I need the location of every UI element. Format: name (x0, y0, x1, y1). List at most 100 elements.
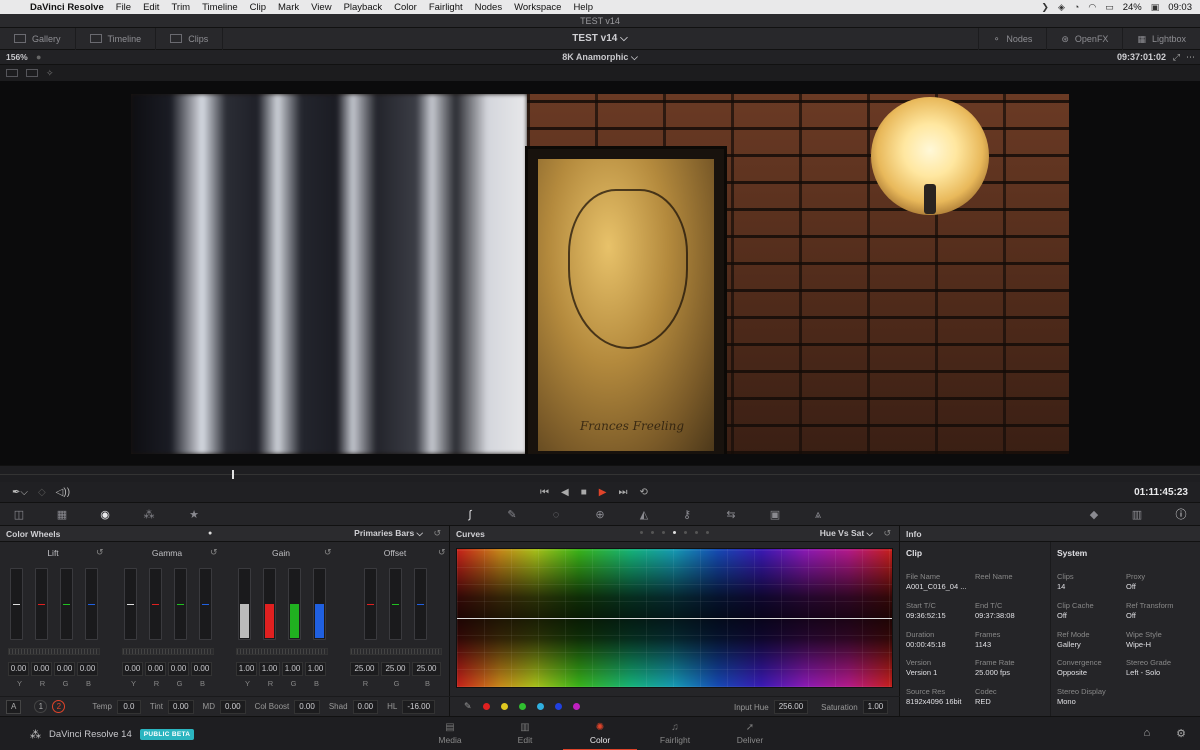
gain-r-value[interactable]: 1.00 (259, 662, 280, 676)
offset-reset-icon[interactable]: ↺ (438, 547, 446, 558)
gain-b-slider[interactable] (313, 568, 326, 640)
loop-icon[interactable]: ⟲ (639, 487, 647, 498)
magenta-swatch[interactable] (572, 703, 580, 710)
camera-raw-icon[interactable]: ◫ (12, 508, 26, 522)
play-icon[interactable]: ▶ (599, 487, 607, 498)
yellow-swatch[interactable] (500, 703, 508, 710)
offset-r-value[interactable]: 25.00 (350, 662, 379, 676)
menu-nodes[interactable]: Nodes (475, 2, 502, 13)
gamma-master-wheel[interactable] (122, 648, 214, 655)
offset-g-value[interactable]: 25.00 (381, 662, 410, 676)
lift-r-value[interactable]: 0.00 (31, 662, 52, 676)
menu-trim[interactable]: Trim (171, 2, 190, 13)
rgb-mixer-icon[interactable]: ⁂ (142, 508, 156, 522)
pointer-tool-icon[interactable]: ✒⌵ (12, 487, 28, 498)
qualifier-icon[interactable]: ✎ (505, 508, 519, 522)
curve-page-dots[interactable] (640, 531, 709, 534)
menu-view[interactable]: View (311, 2, 331, 13)
motion-effects-icon[interactable]: ★ (187, 508, 201, 522)
lift-g-value[interactable]: 0.00 (54, 662, 75, 676)
playhead[interactable] (232, 470, 234, 479)
hl-field[interactable]: -16.00 (402, 699, 436, 714)
menu-mark[interactable]: Mark (278, 2, 299, 13)
tab-color[interactable]: ✺ Color (563, 717, 637, 750)
scopes-icon[interactable]: ▥ (1130, 508, 1144, 522)
lift-r-slider[interactable] (35, 568, 48, 640)
saturation-field[interactable]: 1.00 (862, 700, 889, 714)
gamma-r-slider[interactable] (149, 568, 162, 640)
curves-reset-icon[interactable]: ↺ (883, 528, 891, 539)
gamma-g-value[interactable]: 0.00 (168, 662, 189, 676)
highlight-icon[interactable]: ✧ (46, 68, 54, 79)
image-wipe-icon[interactable] (6, 69, 18, 77)
cyan-swatch[interactable] (536, 703, 544, 710)
battery-icon[interactable]: ▭ (1105, 2, 1114, 13)
key-icon[interactable]: ⚷ (680, 508, 694, 522)
split-screen-icon[interactable] (26, 69, 38, 77)
zoom-level[interactable]: 156% (6, 52, 36, 62)
offset-g-slider[interactable] (389, 568, 402, 640)
tab-edit[interactable]: ▥ Edit (488, 717, 562, 750)
lift-master-wheel[interactable] (8, 648, 100, 655)
chevron-down-icon[interactable]: ⌵ (620, 33, 628, 44)
colboost-field[interactable]: 0.00 (294, 699, 320, 714)
menu-color[interactable]: Color (394, 2, 417, 13)
gain-b-value[interactable]: 1.00 (305, 662, 326, 676)
curve-line[interactable] (457, 618, 892, 619)
home-icon[interactable]: ⌂ (1143, 727, 1150, 740)
info-icon[interactable]: ⓘ (1174, 508, 1188, 522)
project-title-text[interactable]: TEST v14 (572, 33, 617, 44)
gamma-y-value[interactable]: 0.00 (122, 662, 143, 676)
page-2-button[interactable]: 2 (52, 700, 66, 713)
gain-master-wheel[interactable] (236, 648, 328, 655)
gain-y-value[interactable]: 1.00 (236, 662, 257, 676)
auto-balance-button[interactable]: A (6, 699, 22, 714)
lift-reset-icon[interactable]: ↺ (96, 547, 104, 558)
gain-reset-icon[interactable]: ↺ (324, 547, 332, 558)
temp-field[interactable]: 0.0 (116, 699, 141, 714)
openfx-button[interactable]: ⊛ OpenFX (1046, 28, 1122, 50)
more-options-icon[interactable]: ⋯ (1186, 52, 1195, 63)
tab-media[interactable]: ▤ Media (413, 717, 487, 750)
stop-icon[interactable]: ■ (581, 487, 587, 498)
lift-g-slider[interactable] (60, 568, 73, 640)
gallery-button[interactable]: Gallery (0, 27, 76, 50)
menu-help[interactable]: Help (573, 2, 593, 13)
blue-swatch[interactable] (554, 703, 562, 710)
fullscreen-icon[interactable]: ⤢ (1173, 52, 1180, 63)
gain-g-value[interactable]: 1.00 (282, 662, 303, 676)
menu-workspace[interactable]: Workspace (514, 2, 561, 13)
dropdown-dot-icon[interactable]: ● (36, 52, 41, 62)
lift-y-slider[interactable] (10, 568, 23, 640)
menu-timeline[interactable]: Timeline (202, 2, 238, 13)
play-reverse-icon[interactable]: ◀ (561, 487, 569, 498)
wheels-mode-dropdown[interactable]: Primaries Bars ⌵ (354, 528, 423, 539)
color-match-icon[interactable]: ▦ (55, 508, 69, 522)
page-1-button[interactable]: 1 (34, 700, 48, 713)
lift-y-value[interactable]: 0.00 (8, 662, 29, 676)
scrub-bar[interactable] (0, 465, 1200, 482)
color-wheels-icon[interactable]: ◉ (98, 508, 112, 522)
video-frame[interactable]: Frances Freeling (131, 94, 1069, 454)
magic-mask-icon[interactable]: ⩓ (811, 508, 825, 522)
go-to-start-icon[interactable]: ⏮ (540, 487, 549, 498)
hue-vs-sat-graph[interactable] (456, 548, 893, 688)
lift-b-slider[interactable] (85, 568, 98, 640)
menu-clip[interactable]: Clip (250, 2, 266, 13)
gamma-y-slider[interactable] (124, 568, 137, 640)
offset-b-value[interactable]: 25.00 (412, 662, 441, 676)
menu-file[interactable]: File (116, 2, 131, 13)
eyedropper-icon[interactable]: ✎ (464, 701, 472, 712)
tracker-icon[interactable]: ⊕ (593, 508, 607, 522)
gain-y-slider[interactable] (238, 568, 251, 640)
gain-g-slider[interactable] (288, 568, 301, 640)
speaker-icon[interactable]: ◁)) (56, 487, 70, 498)
lift-b-value[interactable]: 0.00 (77, 662, 98, 676)
blur-icon[interactable]: ◭ (637, 508, 651, 522)
menu-app[interactable]: DaVinci Resolve (30, 2, 104, 13)
nodes-button[interactable]: ⚬ Nodes (977, 28, 1047, 50)
tint-field[interactable]: 0.00 (167, 699, 194, 714)
md-field[interactable]: 0.00 (219, 699, 246, 714)
gamma-reset-icon[interactable]: ↺ (210, 547, 218, 558)
chevron-down-icon[interactable]: ⌵ (631, 52, 638, 62)
